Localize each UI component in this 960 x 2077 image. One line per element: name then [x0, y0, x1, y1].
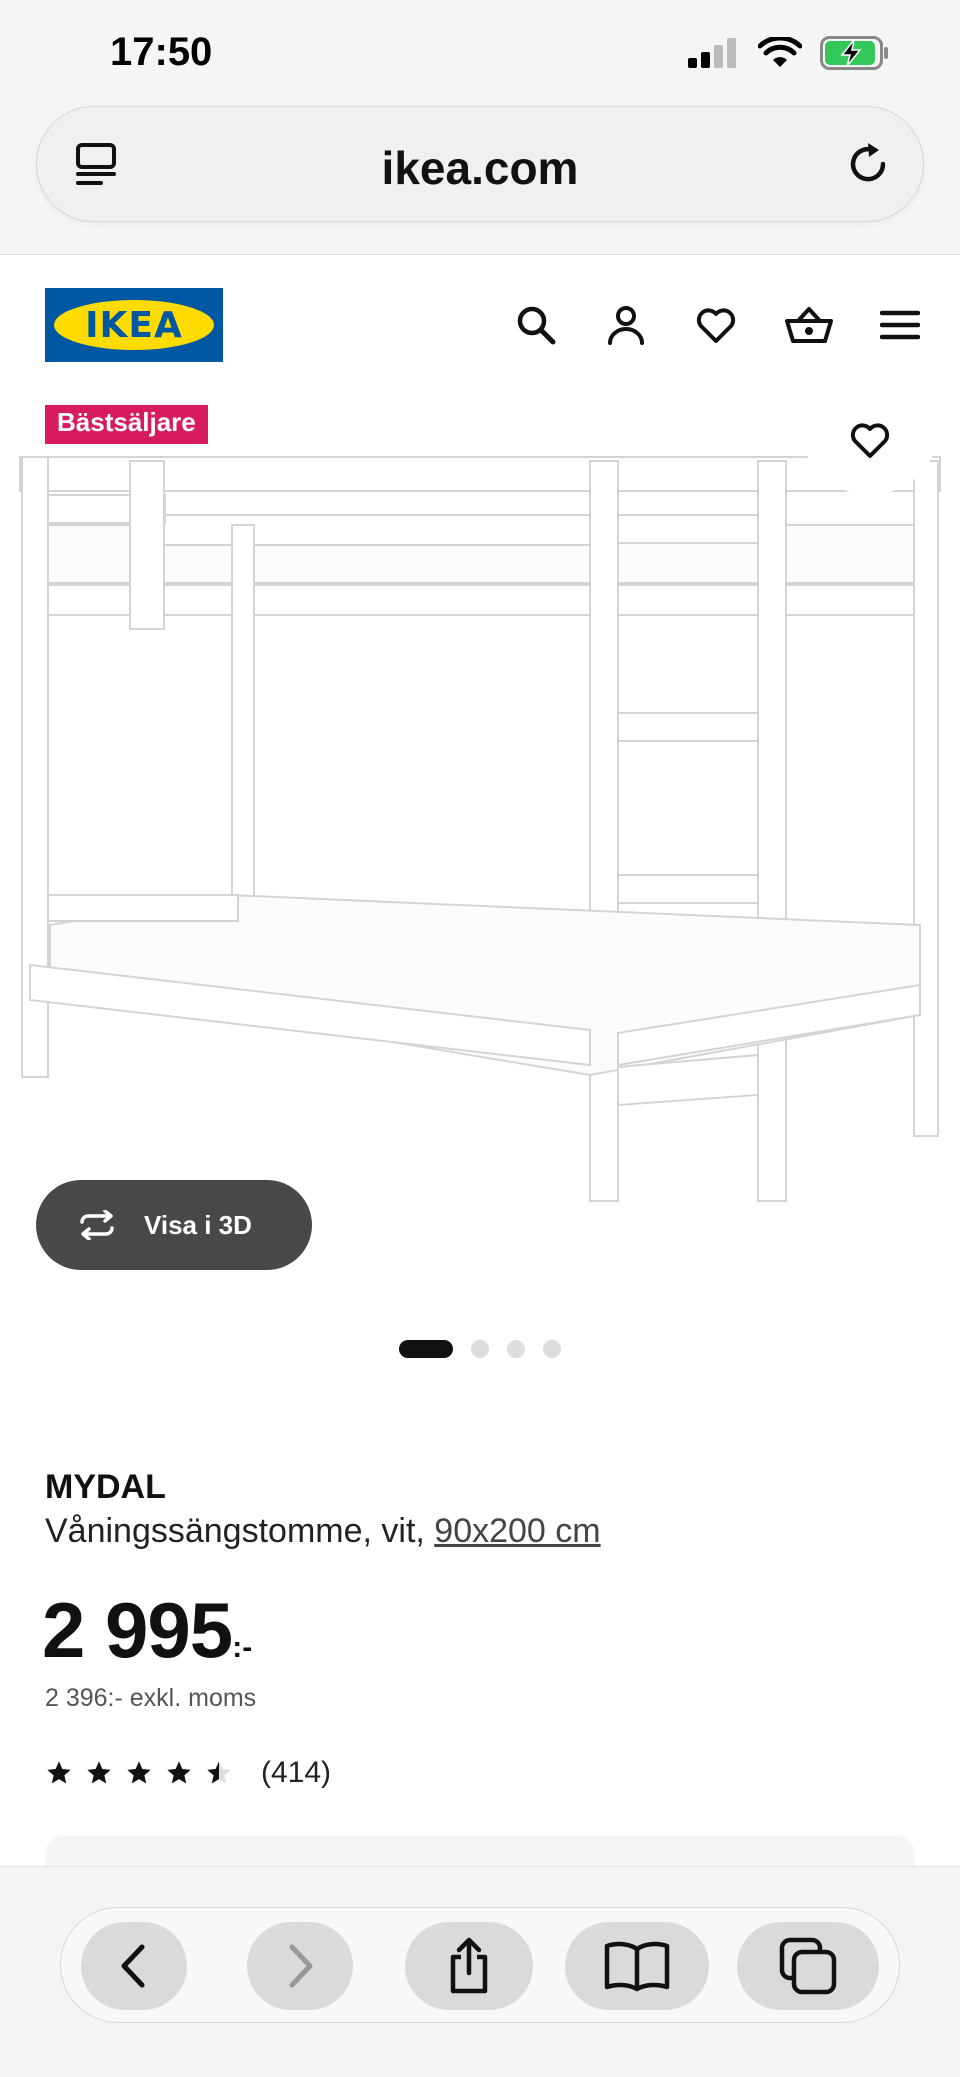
ikea-logo[interactable]: IKEA [45, 288, 223, 362]
product-description-text: Våningssängstomme, vit, [45, 1512, 425, 1550]
star-icon [87, 1761, 111, 1784]
url-text[interactable]: ikea.com [37, 141, 923, 195]
star-icon [167, 1761, 191, 1784]
browser-bottom-toolbar [0, 1866, 960, 2077]
pagination-dot-2[interactable] [471, 1340, 489, 1358]
pagination-dot-4[interactable] [543, 1340, 561, 1358]
search-icon[interactable] [514, 303, 558, 347]
view-in-3d-button[interactable]: Visa i 3D [36, 1180, 312, 1270]
favorites-heart-icon[interactable] [694, 303, 738, 347]
book-icon [604, 1941, 670, 1992]
address-bar[interactable]: ikea.com [36, 106, 924, 222]
menu-icon[interactable] [880, 305, 920, 345]
status-icons [688, 36, 890, 70]
browser-top-bar: ikea.com [0, 100, 960, 255]
header-icons [514, 303, 920, 347]
back-button[interactable] [81, 1922, 187, 2010]
pagination-dot-3[interactable] [507, 1340, 525, 1358]
rating-count: (414) [261, 1756, 332, 1789]
bookmarks-button[interactable] [565, 1922, 709, 2010]
chevron-left-icon [121, 1944, 145, 1988]
battery-charging-icon [820, 36, 888, 70]
reload-icon[interactable] [843, 139, 893, 189]
logo-text: IKEA [85, 304, 183, 346]
tabs-button[interactable] [737, 1922, 879, 2010]
site-header: IKEA [0, 255, 960, 395]
share-button[interactable] [405, 1922, 533, 2010]
product-rating[interactable]: (414) [45, 1756, 331, 1790]
heart-icon [850, 423, 890, 458]
toolbar-pill [60, 1907, 900, 2023]
info-card [45, 1836, 915, 1866]
rotate-3d-icon [80, 1210, 114, 1240]
chevron-right-icon [289, 1944, 313, 1988]
product-price: 2 995:- [42, 1585, 252, 1676]
status-time: 17:50 [110, 30, 213, 74]
signal-icon [688, 38, 736, 68]
star-icon [47, 1761, 71, 1784]
price-excl-vat: 2 396:- exkl. moms [45, 1684, 257, 1712]
product-name: MYDAL [45, 1468, 166, 1506]
status-bar: 17:50 [0, 0, 960, 100]
shopping-basket-icon[interactable] [784, 303, 834, 347]
price-main: 2 995 [42, 1586, 233, 1674]
star-half-icon [207, 1761, 231, 1784]
account-icon[interactable] [604, 303, 648, 347]
product-description: Våningssängstomme, vit, 90x200 cm [45, 1512, 601, 1551]
wifi-icon [758, 37, 802, 67]
price-suffix: :- [232, 1631, 253, 1664]
pagination-dot-1[interactable] [399, 1340, 453, 1358]
forward-button[interactable] [247, 1922, 353, 2010]
image-pagination [0, 1340, 960, 1358]
tabs-icon [779, 1937, 837, 1995]
view-in-3d-label: Visa i 3D [144, 1209, 252, 1240]
share-icon [450, 1937, 488, 1994]
product-image-gallery[interactable]: Bästsäljare Visa i 3D [0, 385, 960, 1295]
bunk-bed-image [19, 456, 941, 1202]
bestseller-badge: Bästsäljare [45, 405, 208, 444]
star-icon [127, 1761, 151, 1784]
size-link[interactable]: 90x200 cm [434, 1512, 600, 1550]
